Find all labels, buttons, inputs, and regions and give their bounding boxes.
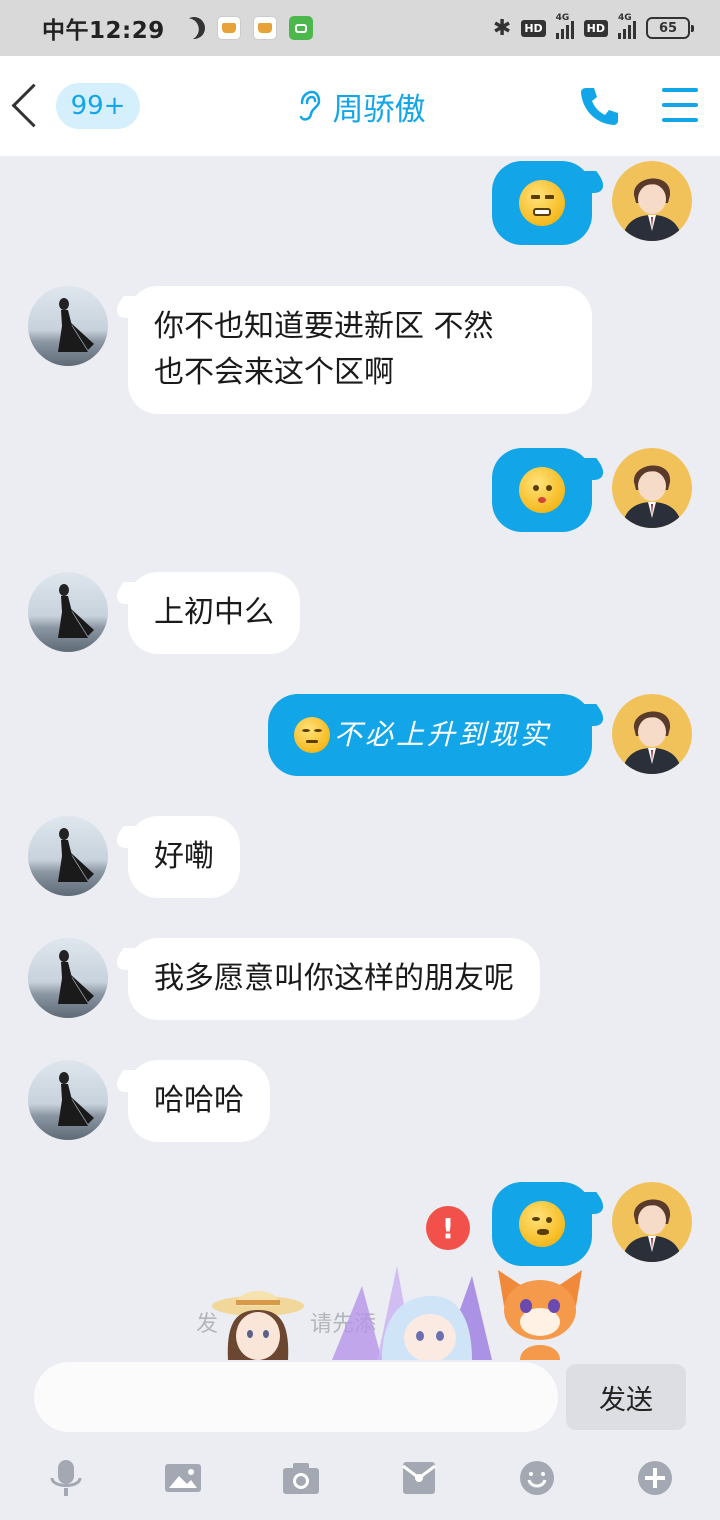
signal-icon: 4G xyxy=(618,13,636,39)
emoji-icon[interactable] xyxy=(517,1458,557,1498)
message-bubble-sent[interactable] xyxy=(492,448,592,532)
confused-face-icon xyxy=(519,467,565,513)
sticker-fox xyxy=(498,1270,582,1360)
message-text: 也不会来这个区啊 xyxy=(154,355,394,390)
avatar-contact[interactable] xyxy=(28,1060,108,1140)
cleaner-app-icon xyxy=(252,16,277,40)
avatar-contact[interactable] xyxy=(28,816,108,896)
cleaner-app-icon xyxy=(216,16,241,40)
page-title: 周骄傲 xyxy=(332,91,426,128)
hd-icon: HD xyxy=(583,19,608,37)
send-failed-icon[interactable]: ! xyxy=(426,1206,470,1250)
message-bubble-received[interactable]: 上初中么 xyxy=(128,572,300,654)
bluetooth-icon: ✱ xyxy=(492,15,512,41)
plus-icon[interactable] xyxy=(635,1458,675,1498)
message-text: 上初中么 xyxy=(154,595,274,630)
annoyed-face-icon xyxy=(519,180,565,226)
status-time: 中午12:29 xyxy=(42,18,165,44)
chat-header: 99+ 周骄傲 xyxy=(0,56,720,156)
android-app-icon xyxy=(288,16,313,40)
phone-call-button[interactable] xyxy=(576,82,624,130)
message-text: 不必上升到现实 xyxy=(334,718,552,751)
message-bubble-sent[interactable] xyxy=(492,161,592,245)
message-text: 哈哈哈 xyxy=(154,1083,244,1118)
avatar-self[interactable] xyxy=(612,1182,692,1262)
avatar-self[interactable] xyxy=(612,448,692,528)
avatar-self[interactable] xyxy=(612,694,692,774)
chat-area[interactable]: 你不也知道要进新区 不然 也不会来这个区啊 上初中么 不必上升到现实 好嘞 我多… xyxy=(0,156,720,1360)
smirk-face-icon xyxy=(294,717,330,753)
send-button[interactable]: 发送 xyxy=(566,1364,686,1430)
hd-icon: HD xyxy=(521,19,546,37)
message-text: 你不也知道要进新区 不然 xyxy=(154,309,494,344)
message-text: 我多愿意叫你这样的朋友呢 xyxy=(154,961,514,996)
message-bubble-sent[interactable]: 不必上升到现实 xyxy=(268,694,592,776)
microphone-icon[interactable] xyxy=(46,1458,86,1498)
toolbar xyxy=(0,1450,720,1506)
avatar-self[interactable] xyxy=(612,161,692,241)
input-bar: 发送 xyxy=(0,1360,720,1520)
sticker-girl-hat xyxy=(212,1291,304,1360)
back-button[interactable] xyxy=(10,84,46,128)
message-bubble-received[interactable]: 我多愿意叫你这样的朋友呢 xyxy=(128,938,540,1020)
message-text: 好嘞 xyxy=(154,839,214,874)
ear-icon xyxy=(299,90,320,121)
thinking-face-icon xyxy=(519,1201,565,1247)
camera-icon[interactable] xyxy=(281,1458,321,1498)
avatar-contact[interactable] xyxy=(28,572,108,652)
status-bar: 中午12:29 ✱ HD 4G HD 4G 65 xyxy=(0,0,720,56)
sticker-crystal-girl xyxy=(332,1266,492,1360)
avatar-contact[interactable] xyxy=(28,938,108,1018)
menu-button[interactable] xyxy=(662,88,698,122)
red-packet-icon[interactable] xyxy=(399,1458,439,1498)
message-bubble-sent[interactable] xyxy=(492,1182,592,1266)
unread-badge[interactable]: 99+ xyxy=(56,83,140,129)
avatar-contact[interactable] xyxy=(28,286,108,366)
image-icon[interactable] xyxy=(163,1458,203,1498)
moon-icon xyxy=(179,13,209,43)
battery-icon: 65 xyxy=(646,17,694,39)
message-bubble-received[interactable]: 哈哈哈 xyxy=(128,1060,270,1142)
signal-icon: 4G xyxy=(555,13,574,39)
message-bubble-received[interactable]: 好嘞 xyxy=(128,816,240,898)
message-input[interactable] xyxy=(34,1362,558,1432)
message-bubble-received[interactable]: 你不也知道要进新区 不然 也不会来这个区啊 xyxy=(128,286,592,414)
